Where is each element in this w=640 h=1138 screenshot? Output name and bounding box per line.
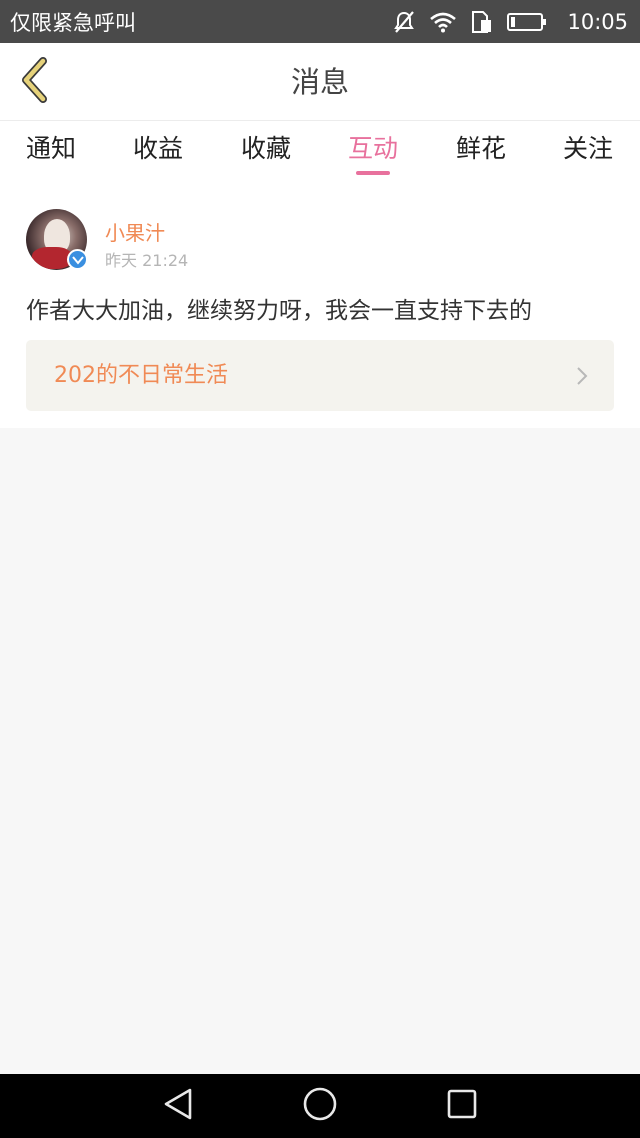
tab-label: 收益: [132, 134, 183, 163]
tab-bar: 通知 收益 收藏 互动 鲜花 关注: [0, 121, 640, 185]
status-icons: 10:05: [393, 10, 628, 34]
battery-icon: [507, 12, 547, 32]
sim-icon: [471, 10, 493, 34]
nav-back-button[interactable]: [158, 1088, 198, 1124]
chevron-left-icon: [19, 57, 49, 107]
verified-badge: [67, 249, 88, 270]
tab-label: 互动: [347, 134, 398, 163]
wifi-icon: [429, 11, 457, 33]
status-bar: 仅限紧急呼叫 10:05: [0, 0, 640, 43]
nav-recents-button[interactable]: [442, 1088, 482, 1124]
page-title: 消息: [290, 65, 349, 99]
system-nav-bar: [0, 1074, 640, 1138]
tab-label: 鲜花: [455, 134, 506, 163]
carrier-label: 仅限紧急呼叫: [10, 10, 136, 35]
tab-label: 关注: [562, 134, 613, 163]
work-title: 202的不日常生活: [54, 363, 228, 388]
nav-home-button[interactable]: [300, 1086, 340, 1126]
chevron-right-icon: [576, 366, 588, 390]
post-time: 昨天 21:24: [105, 251, 189, 270]
header: 消息: [0, 43, 640, 121]
tab-label: 通知: [25, 134, 76, 163]
comment-text: 作者大大加油，继续努力呀，我会一直支持下去的: [26, 298, 532, 324]
user-name[interactable]: 小果汁: [105, 217, 165, 246]
recents-square-icon: [446, 1088, 478, 1124]
work-link[interactable]: 202的不日常生活: [26, 340, 614, 411]
tab-earnings[interactable]: 收益: [108, 121, 208, 185]
home-circle-icon: [302, 1086, 338, 1126]
back-triangle-icon: [162, 1087, 194, 1125]
tab-interaction[interactable]: 互动: [323, 121, 423, 185]
mute-icon: [393, 10, 415, 34]
tab-label: 收藏: [240, 134, 291, 163]
interaction-card: 小果汁 昨天 21:24 作者大大加油，继续努力呀，我会一直支持下去的 202的…: [0, 185, 640, 428]
avatar[interactable]: [26, 209, 88, 270]
active-tab-indicator: [356, 171, 390, 175]
tab-notifications[interactable]: 通知: [1, 121, 101, 185]
check-icon: [71, 250, 84, 269]
status-time: 10:05: [567, 9, 628, 34]
tab-flowers[interactable]: 鲜花: [431, 121, 531, 185]
tab-favorites[interactable]: 收藏: [216, 121, 316, 185]
back-button[interactable]: [10, 55, 58, 109]
tab-follow[interactable]: 关注: [538, 121, 638, 185]
